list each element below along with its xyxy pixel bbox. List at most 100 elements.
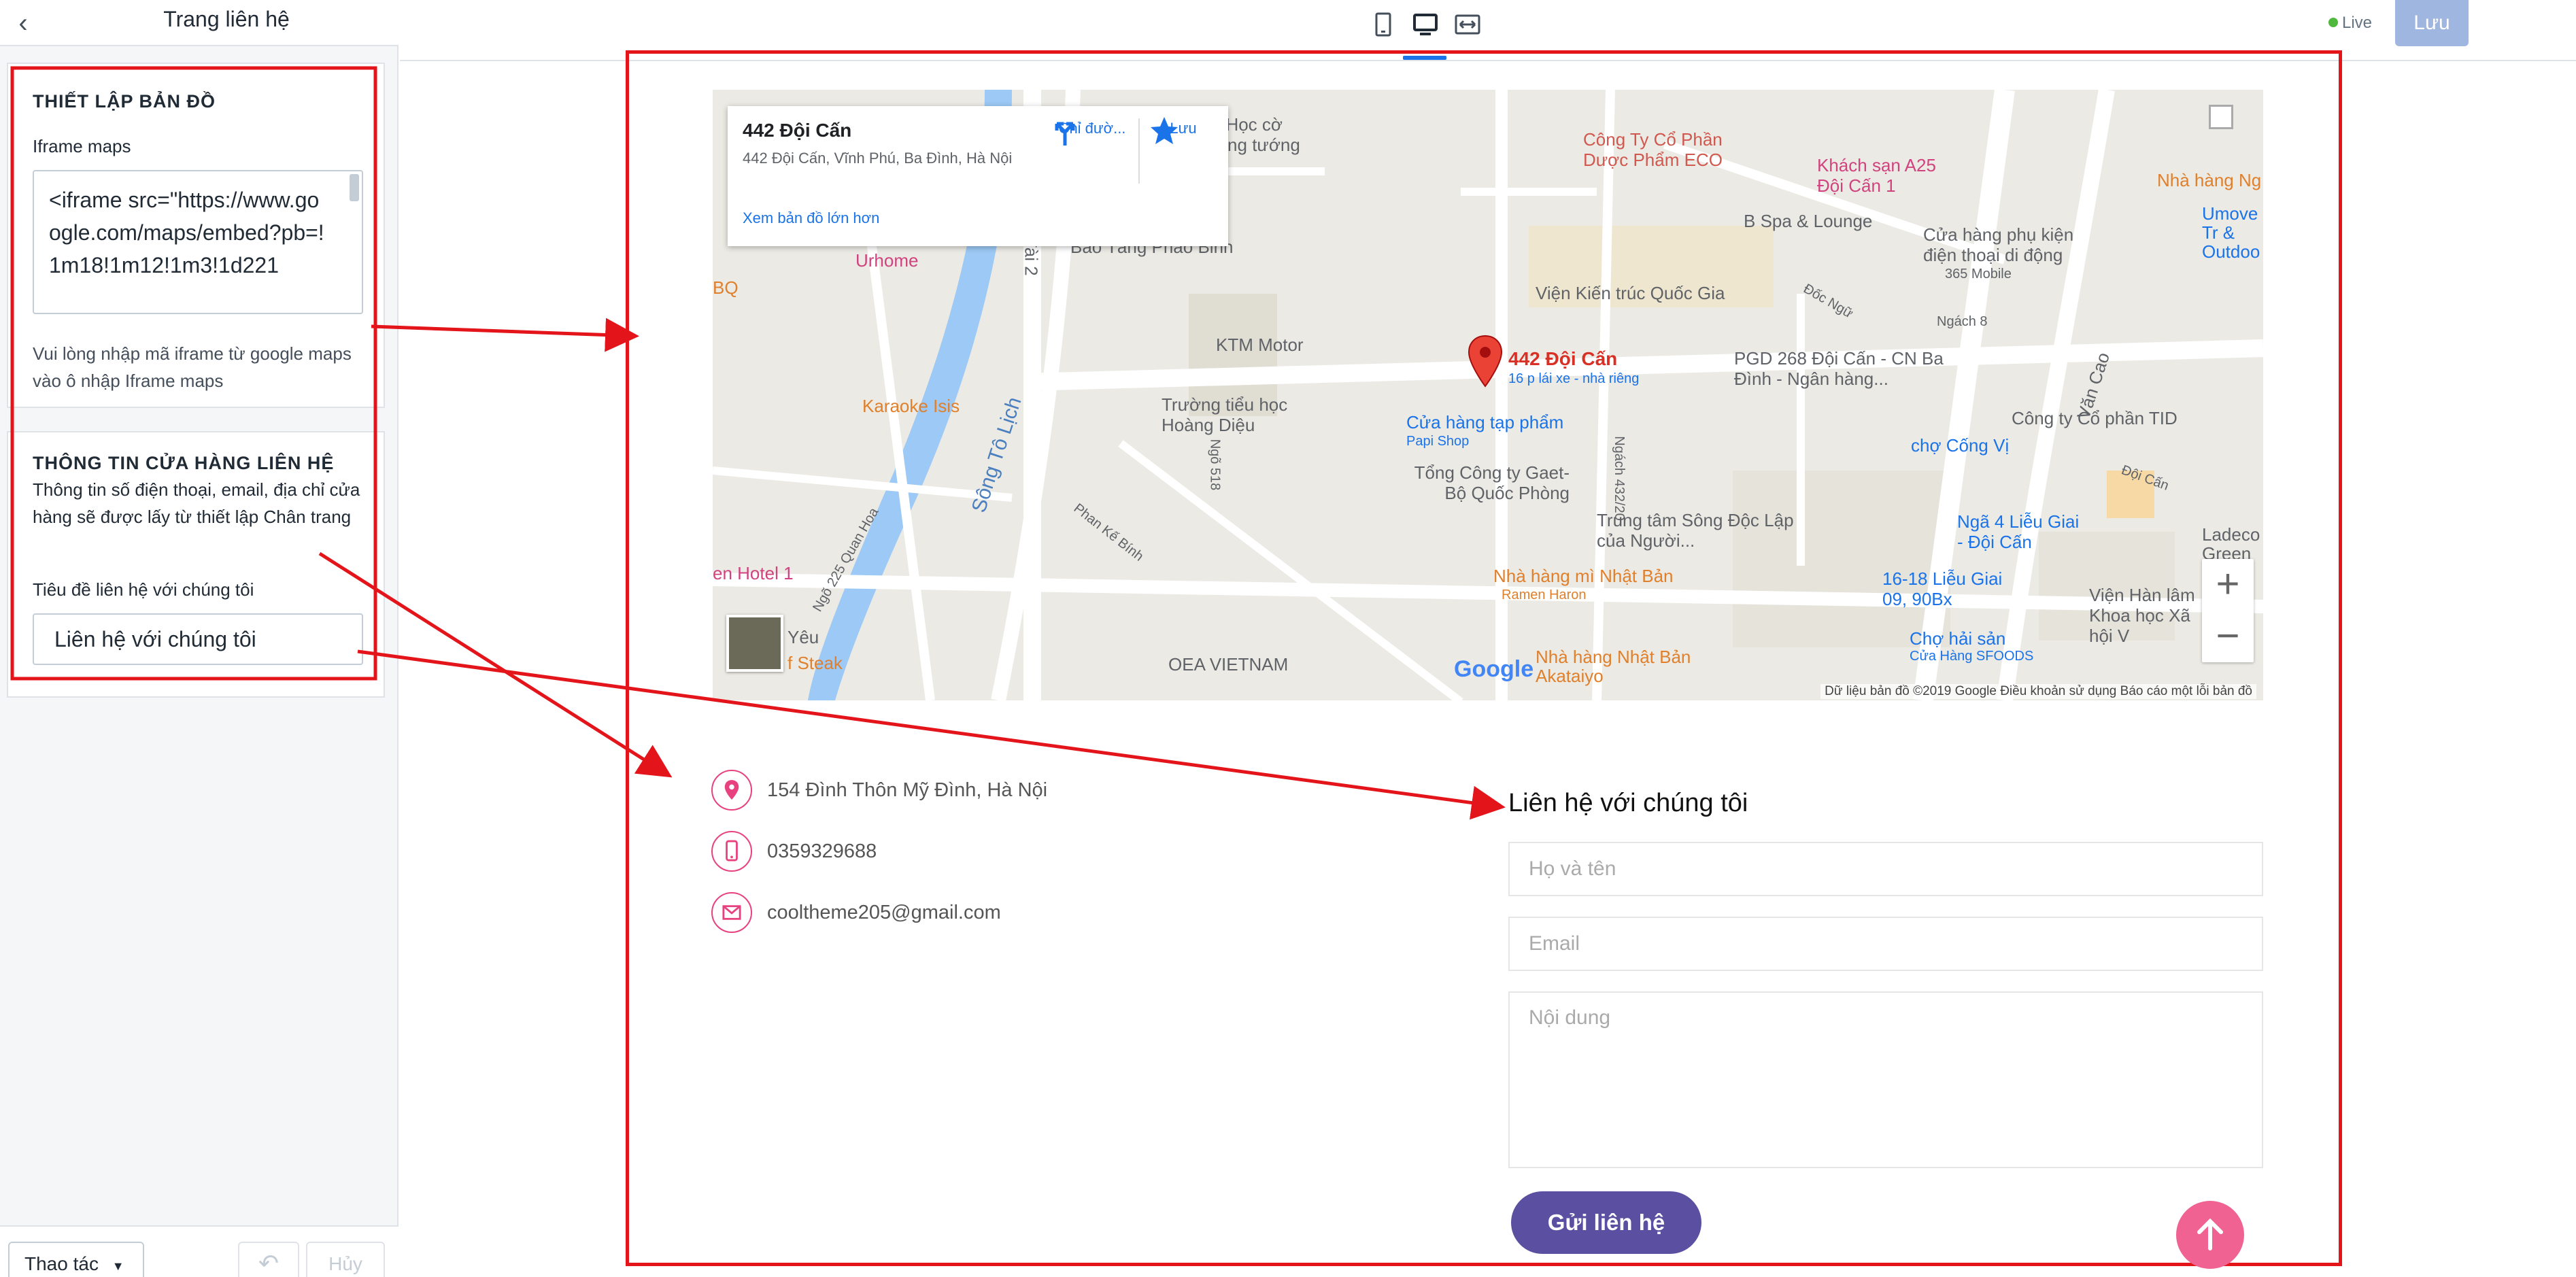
contact-title-input[interactable]: Liên hệ với chúng tôi xyxy=(33,613,363,665)
zoom-in-button[interactable]: + xyxy=(2202,559,2254,611)
map-label-eco: Công Ty Cổ Phần Dược Phẩm ECO xyxy=(1583,129,1723,170)
zoom-out-button[interactable]: − xyxy=(2202,611,2254,662)
map-label-institute: Viện Kiến trúc Quốc Gia xyxy=(1536,283,1725,303)
sidebar-title: Trang liên hệ xyxy=(163,7,290,31)
actions-dropdown[interactable]: Thao tác ▼ xyxy=(8,1242,144,1277)
map-settings-panel: THIẾT LẬP BẢN ĐỒ Iframe maps <iframe src… xyxy=(7,63,385,408)
map-label-steak: f Steak xyxy=(787,653,843,673)
map-label-karaoke: Karaoke Isis xyxy=(862,396,960,416)
map-label-akatayo: Nhà hàng Nhật Bản Akataiyo xyxy=(1536,647,1691,686)
iframe-maps-help: Vui lòng nhập mã iframe từ google maps v… xyxy=(33,343,352,391)
store-info-description: Thông tin số điện thoại, email, địa chỉ … xyxy=(33,479,360,527)
undo-icon: ↶ xyxy=(258,1249,279,1277)
map-label-grocery: Cửa hàng tạp phẩm xyxy=(1406,412,1564,432)
map-label-ngach-8: Ngách 8 xyxy=(1937,314,1988,329)
place-info-card: 442 Đội Cấn 442 Đội Cấn, Vĩnh Phú, Ba Đì… xyxy=(728,106,1228,246)
map-label-sfoods: Cửa Hàng SFOODS xyxy=(1910,649,2034,664)
sidebar-header: ‹ Trang liên hệ xyxy=(0,0,399,46)
satellite-toggle[interactable] xyxy=(726,615,783,672)
live-dot-icon xyxy=(2328,18,2338,27)
zoom-controls: + − xyxy=(2202,559,2254,662)
send-contact-button[interactable]: Gửi liên hệ xyxy=(1511,1191,1701,1254)
map-label-center: Trung tâm Sông Độc Lập của Người... xyxy=(1597,510,1794,551)
iframe-maps-label: Iframe maps xyxy=(33,136,131,156)
sidebar-footer: Thao tác ▼ ↶ Hủy xyxy=(0,1225,399,1277)
scroll-top-button[interactable] xyxy=(2176,1201,2244,1269)
larger-map-link[interactable]: Xem bản đồ lớn hơn xyxy=(743,209,879,227)
pin-sublabel: 16 p lái xe - nhà riêng xyxy=(1508,371,1640,386)
map-label-ramen: Nhà hàng mì Nhật Bản xyxy=(1493,566,1674,586)
place-address: 442 Đội Cấn, Vĩnh Phú, Ba Đình, Hà Nội xyxy=(743,150,1013,167)
map-label-ladeco: Ladeco Green xyxy=(2202,524,2260,564)
message-field[interactable]: Nội dung xyxy=(1508,991,2263,1168)
store-info-panel: THÔNG TIN CỬA HÀNG LIÊN HỆ Thông tin số … xyxy=(7,431,385,698)
pin-label: 442 Đội Cấn xyxy=(1508,348,1618,369)
map-label-ngach-432: Ngách 432/20 xyxy=(1611,436,1627,521)
live-status: Live xyxy=(2328,14,2372,33)
contact-title-label: Tiêu đề liên hệ với chúng tôi xyxy=(33,579,254,600)
actions-label: Thao tác xyxy=(24,1253,99,1274)
map-save-button[interactable]: Lưu xyxy=(1149,116,1217,144)
mail-icon xyxy=(711,892,752,933)
address-text: 154 Đình Thôn Mỹ Đình, Hà Nội xyxy=(767,779,1048,801)
map-label-papi: Papi Shop xyxy=(1406,434,1470,449)
live-label: Live xyxy=(2342,14,2373,32)
google-map-embed[interactable]: Sông Tô Lịch KTM Motor Trường tiểu học H… xyxy=(713,90,2263,700)
directions-button[interactable]: Chỉ đườ... xyxy=(1051,116,1133,146)
mobile-view-icon[interactable] xyxy=(1368,10,1398,39)
map-label-oea: OEA VIETNAM xyxy=(1168,654,1289,675)
map-label-phone-shop: Cửa hàng phụ kiện điện thoại di động xyxy=(1923,224,2074,265)
map-label-nga4: Ngã 4 Liễu Giai - Đội Cấn xyxy=(1957,511,2080,552)
map-label-yeu: Yêu xyxy=(787,627,819,647)
map-label-ngo-518: Ngõ 518 xyxy=(1207,439,1223,491)
save-button[interactable]: Lưu xyxy=(2395,0,2469,46)
desktop-view-icon[interactable] xyxy=(1410,10,1440,39)
undo-button[interactable]: ↶ xyxy=(238,1242,299,1277)
textarea-scrollbar[interactable] xyxy=(350,174,359,201)
map-label-bq: BQ xyxy=(713,277,739,298)
map-label-seafood: Chợ hải sản xyxy=(1910,628,2006,649)
map-label-academy: Viện Hàn lâm Khoa học Xã hội V xyxy=(2089,585,2195,646)
editor-root: ‹ Trang liên hệ THIẾT LẬP BẢN ĐỒ Iframe … xyxy=(0,0,2576,1277)
arrow-up-icon xyxy=(2197,1218,2223,1250)
caret-down-icon: ▼ xyxy=(112,1259,124,1273)
place-title: 442 Đội Cấn xyxy=(743,120,852,141)
phone-icon xyxy=(711,831,752,872)
map-label-umove: Umove Tr & Outdoo xyxy=(2202,203,2260,262)
map-label-hotel: Khách sạn A25 Đội Cấn 1 xyxy=(1817,155,1936,196)
map-settings-heading: THIẾT LẬP BẢN ĐỒ xyxy=(33,91,216,112)
card-divider xyxy=(1138,118,1140,184)
map-label-bank: PGD 268 Đội Cấn - CN Ba Đình - Ngân hàng… xyxy=(1734,348,1944,389)
email-field[interactable]: Email xyxy=(1508,917,2263,971)
map-label-nha-hang-ng: Nhà hàng Ng xyxy=(2157,170,2262,190)
name-field[interactable]: Họ và tên xyxy=(1508,842,2263,896)
map-label-cong-vi: chợ Cống Vị xyxy=(1911,435,2010,456)
map-label-365: 365 Mobile xyxy=(1945,267,2012,282)
map-label-ramen-haron: Ramen Haron xyxy=(1502,588,1587,602)
contact-phone: 0359329688 xyxy=(711,831,1187,873)
map-label-spa: B Spa & Lounge xyxy=(1744,211,1873,231)
settings-sidebar: ‹ Trang liên hệ THIẾT LẬP BẢN ĐỒ Iframe … xyxy=(0,0,399,1277)
arrow-to-map xyxy=(371,318,639,352)
fullscreen-icon[interactable] xyxy=(2209,105,2233,129)
iframe-maps-textarea[interactable]: <iframe src="https://www.google.com/maps… xyxy=(33,170,363,314)
map-label-lieu-giai: 16-18 Liễu Giai 09, 90Bx xyxy=(1882,568,2003,609)
contact-email: cooltheme205@gmail.com xyxy=(711,892,1187,934)
map-label-urhome: Urhome xyxy=(855,250,919,271)
location-pin-icon[interactable] xyxy=(1468,335,1503,389)
email-text: cooltheme205@gmail.com xyxy=(767,902,1001,923)
map-label-tuong: ờng tướng xyxy=(1216,135,1300,155)
map-label-ktm: KTM Motor xyxy=(1216,335,1304,355)
cancel-button[interactable]: Hủy xyxy=(306,1242,385,1277)
fullwidth-view-icon[interactable] xyxy=(1453,10,1482,39)
location-icon xyxy=(711,770,752,811)
store-info-heading: THÔNG TIN CỬA HÀNG LIÊN HỆ xyxy=(33,453,335,473)
map-label-en-hotel: en Hotel 1 xyxy=(713,563,794,583)
back-icon[interactable]: ‹ xyxy=(10,8,37,38)
map-label-gaet: Tổng Công ty Gaet-Bộ Quốc Phòng xyxy=(1414,462,1570,503)
map-attribution[interactable]: Dữ liệu bản đồ ©2019 Google Điều khoản s… xyxy=(1820,684,2256,699)
iframe-maps-value: <iframe src="https://www.google.com/maps… xyxy=(49,188,324,277)
contact-form-title: Liên hệ với chúng tôi xyxy=(1508,789,1748,817)
star-icon xyxy=(1151,117,1178,144)
directions-icon xyxy=(1055,122,1075,146)
